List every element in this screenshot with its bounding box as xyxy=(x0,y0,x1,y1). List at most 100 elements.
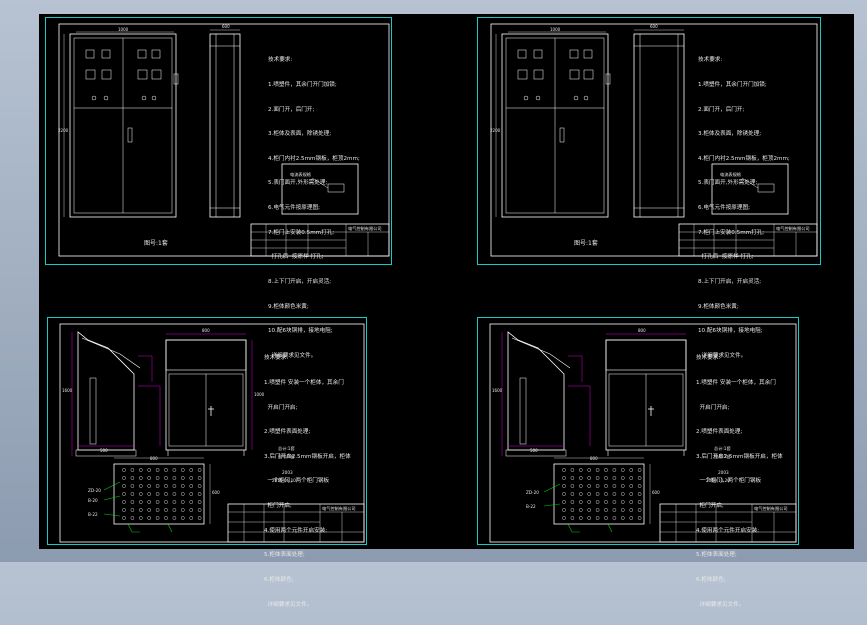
plate-hole xyxy=(189,484,193,488)
note-line: 3.柜体及表面，除锈处理; xyxy=(698,131,762,138)
plate-hole xyxy=(629,500,633,504)
plate-hole xyxy=(570,468,575,472)
plate-hole xyxy=(130,500,135,504)
callout-label: B-22 xyxy=(526,504,536,509)
plate-hole xyxy=(587,508,591,512)
plate-hole xyxy=(629,492,633,496)
note-line: 6.柜体颜色; xyxy=(696,576,726,583)
plate-hole xyxy=(562,468,566,472)
plate-hole xyxy=(189,492,193,496)
plate-hole xyxy=(189,468,193,472)
dim-base: 500 xyxy=(100,448,108,453)
plate-hole xyxy=(189,516,193,520)
note-line: 5.表门面开,外形需处理; xyxy=(268,180,328,187)
note-line: 9.柜体颜色米黄; xyxy=(698,303,739,310)
plate-hole xyxy=(620,492,625,496)
plate-hole xyxy=(139,468,143,472)
plate-hole xyxy=(595,516,600,520)
plate-hole xyxy=(620,508,625,512)
plate-hole xyxy=(620,484,625,488)
plate-hole xyxy=(562,484,566,488)
note-line: 3.柜体及表面，除锈处理; xyxy=(268,131,332,138)
note-line: 打孔后 按原样 打孔; xyxy=(268,254,324,261)
note-line: 2.面门开，后门开; xyxy=(698,106,745,113)
note-line: 9.柜体颜色米黄; xyxy=(268,303,309,310)
dim-plate-height: 600 xyxy=(212,490,220,495)
drawing-sheet-2[interactable]: 1000 2200 600 技术要求: 1.喷塑件，其余门开门加锁; 2.面门开… xyxy=(477,17,821,359)
plate-hole xyxy=(147,492,151,496)
plate-hole xyxy=(637,492,642,496)
plate-hole xyxy=(562,516,566,520)
plate-hole xyxy=(172,468,177,472)
callout-label: ZD-20 xyxy=(526,490,539,495)
plate-hole xyxy=(197,500,202,504)
drawing-sheet-1[interactable]: 1000 2200 600 技术要求: 1.喷塑件，其余门开门加锁; 2.面门开… xyxy=(45,17,392,359)
plate-hole xyxy=(612,476,617,480)
plate-hole xyxy=(172,508,177,512)
plate-hole xyxy=(139,500,143,504)
plate-hole xyxy=(637,484,642,488)
dim-height: 2200 xyxy=(58,128,69,133)
dim-height: 2200 xyxy=(490,128,501,133)
plate-hole xyxy=(139,516,143,520)
company-name: 电气控制有限公司 xyxy=(322,506,356,511)
plate-hole xyxy=(612,468,617,472)
plate-hole xyxy=(122,492,126,496)
note-line: 技术要求: xyxy=(696,355,721,362)
drawing-sheet-3[interactable]: 800 1000 800 600 1600 500 技术要求: 1.喷塑件 安装… xyxy=(47,317,367,608)
plate-hole xyxy=(172,476,177,480)
plate-hole xyxy=(579,508,583,512)
plate-hole xyxy=(122,484,126,488)
drawing-sheet-4[interactable]: 800 800 600 1600 500 技术要求: 1.喷塑件 安装一个柜体，… xyxy=(477,317,799,608)
plate-hole xyxy=(155,468,160,472)
plate-hole xyxy=(189,500,193,504)
note-line: 4.柜门内衬2.5mm钢板，柜顶2mm; xyxy=(698,155,790,162)
drawing-ref: 图号:1台 xyxy=(714,454,731,459)
plate-hole xyxy=(155,492,160,496)
dim-width: 1000 xyxy=(118,27,129,32)
plate-hole xyxy=(562,508,566,512)
plate-hole xyxy=(155,500,160,504)
plate-hole xyxy=(595,468,600,472)
plate-hole xyxy=(164,476,168,480)
callout-label: ZD-20 xyxy=(88,488,101,493)
plate-hole xyxy=(604,468,608,472)
callout-label: B-20 xyxy=(88,498,98,503)
plate-hole xyxy=(197,468,202,472)
plate-hole xyxy=(562,500,566,504)
note-line: 2.喷塑件表面处理; xyxy=(264,429,311,436)
plate-hole xyxy=(130,476,135,480)
company-name: 电气控制有限公司 xyxy=(754,506,788,511)
cad-drawing-canvas[interactable]: 1000 2200 600 技术要求: 1.喷塑件，其余门开门加锁; 2.面门开… xyxy=(39,14,854,608)
note-line: 8.上下门开启，开启灵活; xyxy=(698,278,762,285)
hole-grid xyxy=(562,468,642,520)
plate-hole xyxy=(147,484,151,488)
dim-top: 800 xyxy=(202,328,210,333)
plate-hole xyxy=(587,500,591,504)
plate-hole xyxy=(122,516,126,520)
note-line: 技术要求: xyxy=(698,57,723,64)
plate-hole xyxy=(579,500,583,504)
plate-hole xyxy=(595,508,600,512)
plate-hole xyxy=(180,468,185,472)
drawing-ref: 图号:1台 xyxy=(278,454,295,459)
dim-depth: 600 xyxy=(222,24,230,29)
dim-width: 1000 xyxy=(550,27,561,32)
plate-hole xyxy=(180,516,185,520)
callout-label: B-22 xyxy=(88,512,98,517)
note-line: 2.面门开，后门开; xyxy=(268,106,315,113)
plate-hole xyxy=(587,468,591,472)
plate-hole xyxy=(172,516,177,520)
inset-label: 电流表规格 xyxy=(720,172,741,177)
plate-hole xyxy=(579,476,583,480)
plate-hole xyxy=(612,508,617,512)
plate-hole xyxy=(587,492,591,496)
note-line: 5.柜体表面处理; xyxy=(264,552,305,559)
company-name: 电气控制有限公司 xyxy=(348,226,382,231)
total-label: 总计:1套 xyxy=(714,446,731,451)
plate-hole xyxy=(570,508,575,512)
plate-hole xyxy=(637,476,642,480)
dim-left: 1600 xyxy=(62,388,73,393)
plate-hole xyxy=(197,476,202,480)
note-line: 6.电气元件按原理图; xyxy=(698,205,750,212)
